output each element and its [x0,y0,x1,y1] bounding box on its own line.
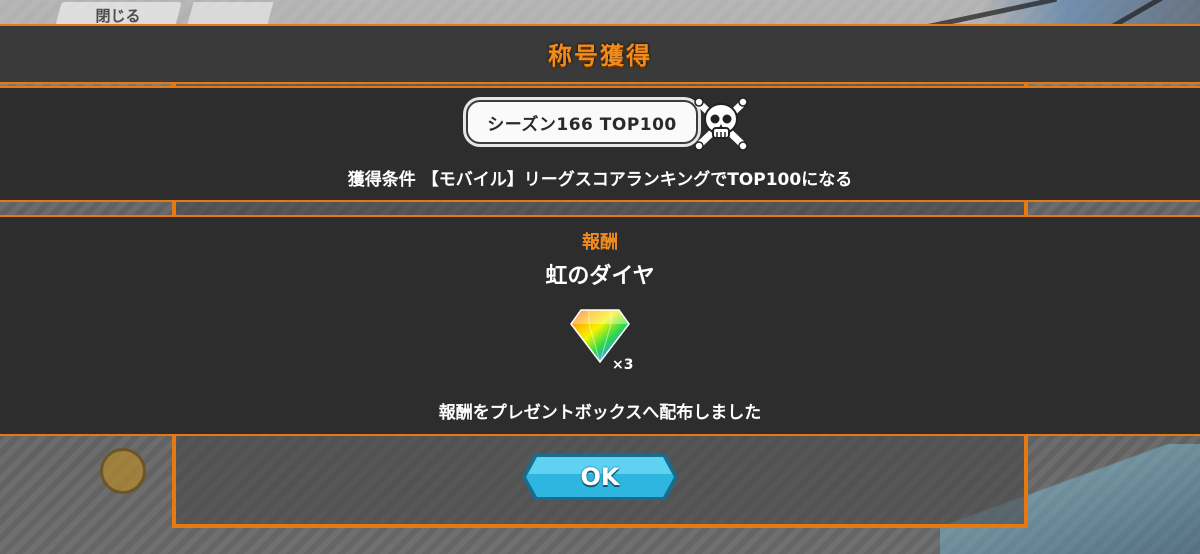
reward-name: 虹のダイヤ [545,264,655,289]
season-title-badge: シーズン166 TOP100 [456,94,748,156]
season-plate: シーズン166 TOP100 [466,100,698,144]
dialog-title: 称号獲得 [548,42,652,70]
distribution-message: 報酬をプレゼントボックスへ配布しました [438,403,762,423]
ok-button-label: OK [580,463,620,491]
reward-heading: 報酬 [582,232,618,253]
rainbow-diamond-icon [570,309,630,364]
reward-quantity: ×3 [612,357,634,373]
background-coin-icon [100,448,146,494]
season-plate-label: シーズン166 TOP100 [487,114,677,135]
ok-button[interactable]: OK [520,452,680,502]
skull-crossbones-icon [694,97,748,151]
acquisition-condition: 獲得条件 【モバイル】リーグスコアランキングでTOP100になる [347,170,853,190]
